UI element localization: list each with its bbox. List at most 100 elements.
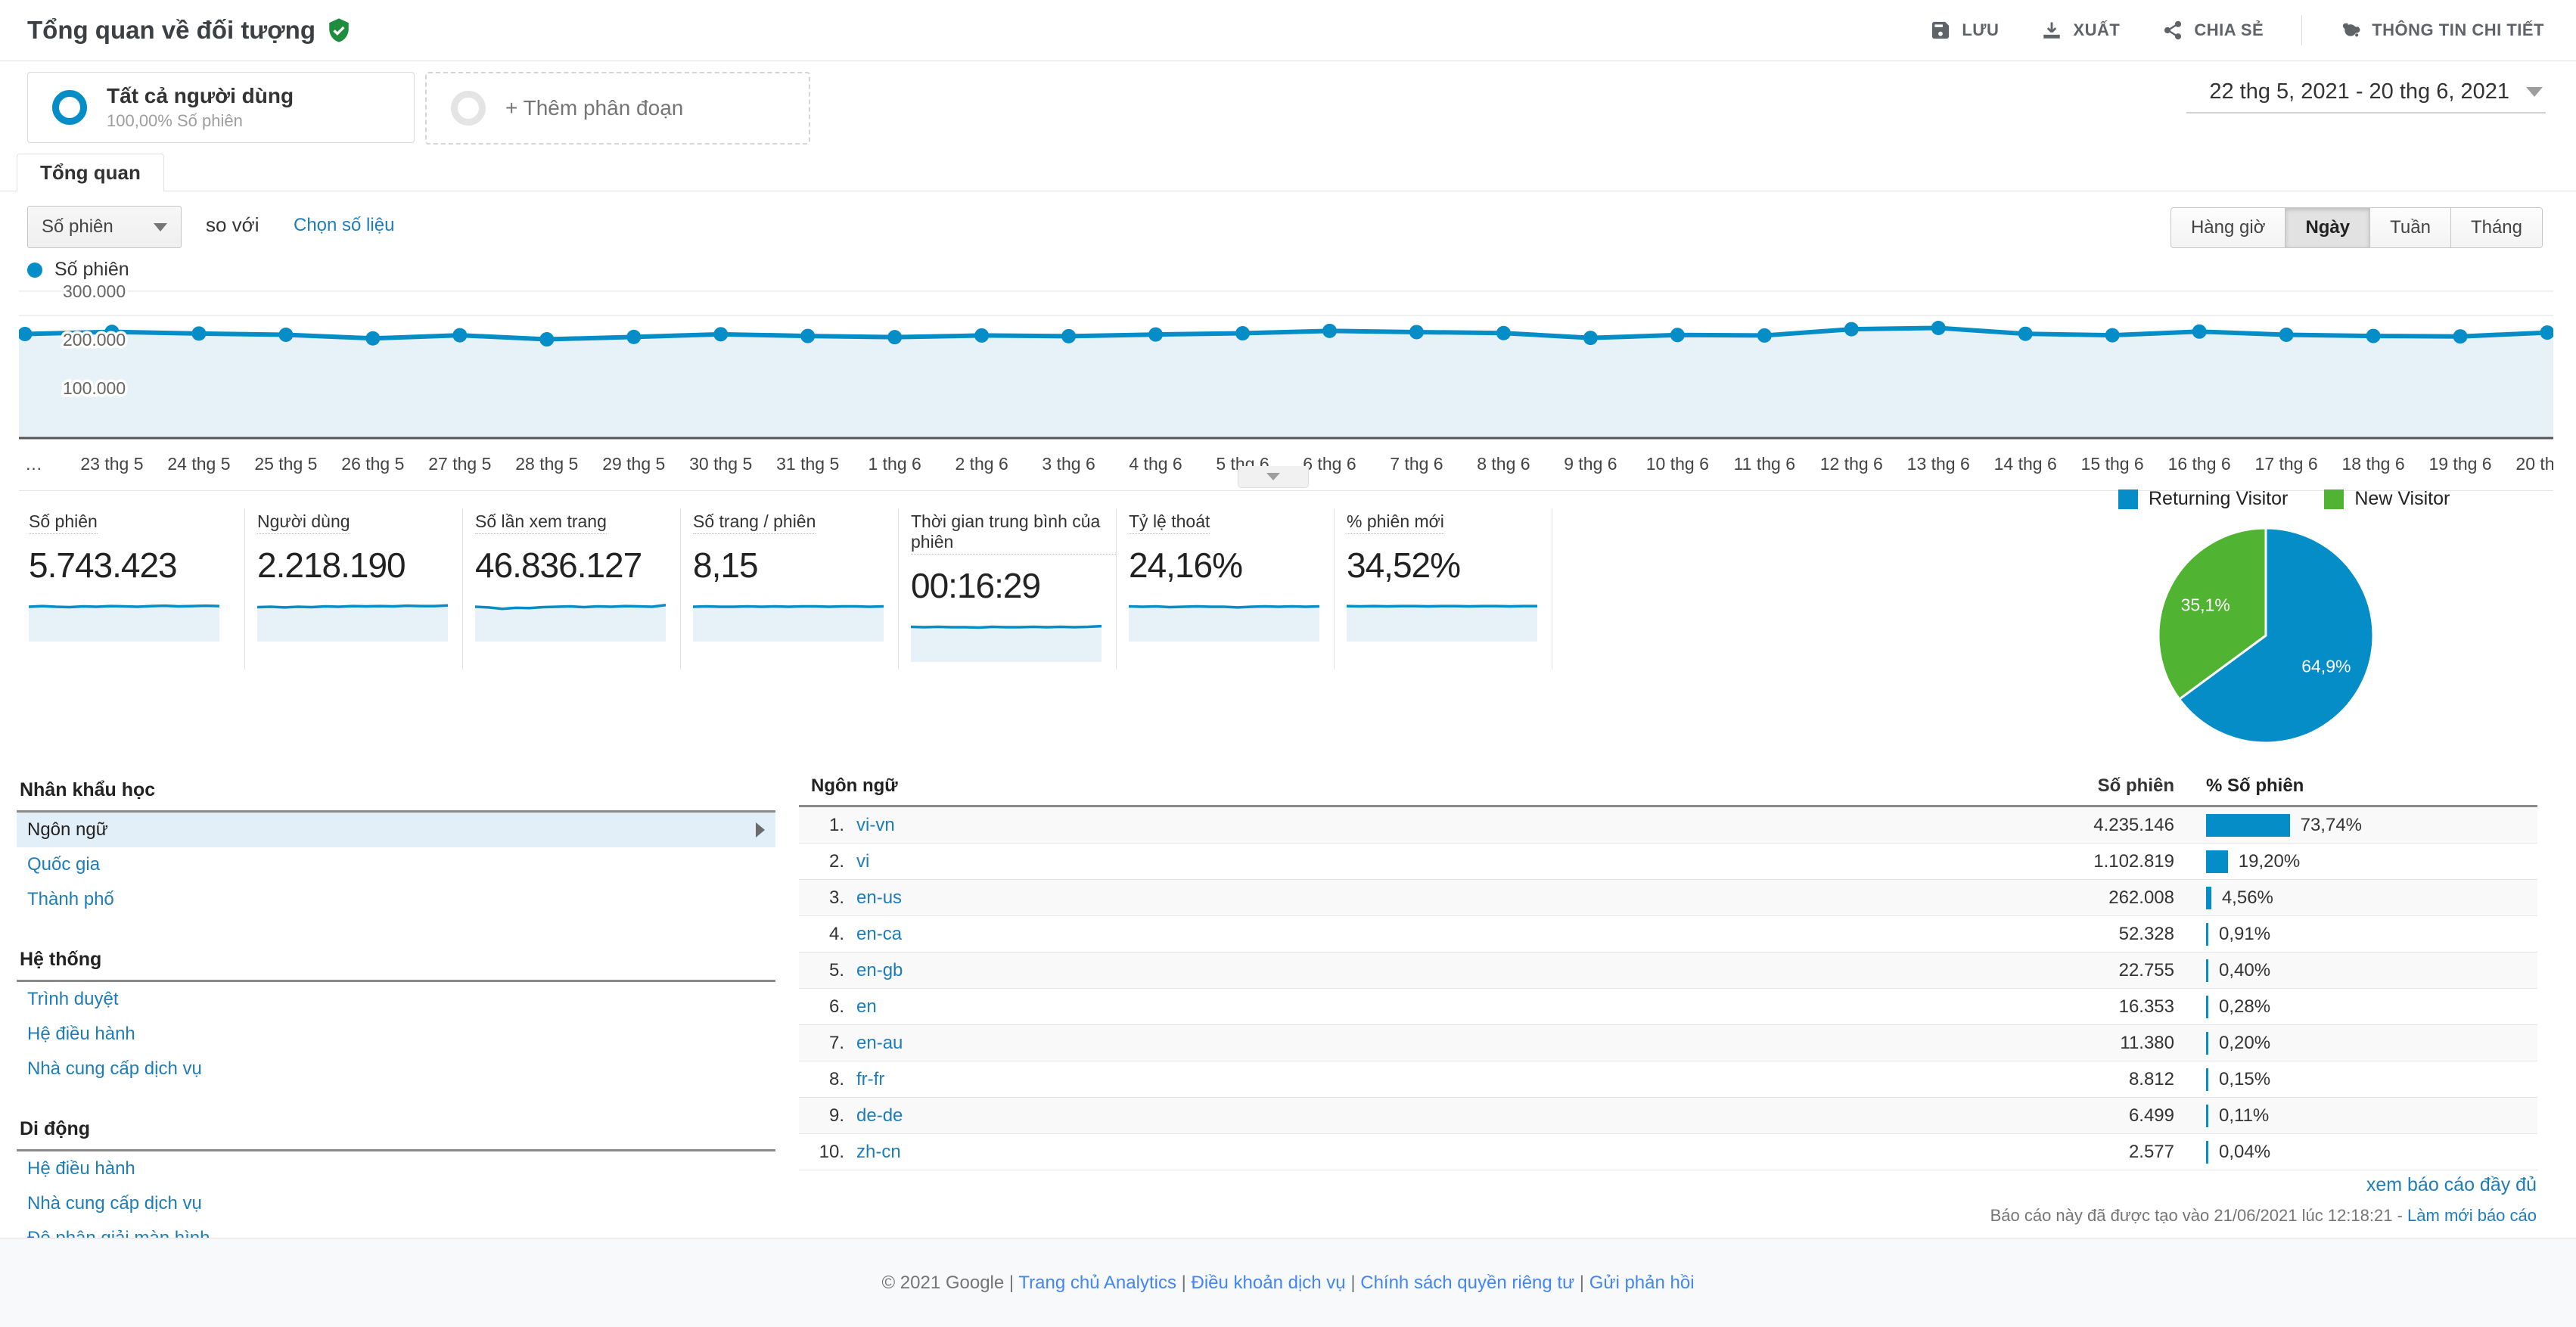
sessions-value: 6.499 <box>1940 1105 2174 1127</box>
date-range-selector[interactable]: 22 thg 5, 2021 - 20 thg 6, 2021 <box>2186 75 2546 113</box>
pct-bar <box>2206 1032 2208 1055</box>
top-header: Tổng quan về đối tượng LƯU XUẤT CHIA SẺ <box>0 0 2576 61</box>
col-header-sessions[interactable]: Số phiên <box>1940 775 2174 797</box>
legend-swatch-icon <box>2118 489 2138 509</box>
pie-legend-item: Returning Visitor <box>2118 488 2288 510</box>
granularity-selected-button[interactable]: Ngày <box>2285 208 2370 247</box>
svg-text:200.000: 200.000 <box>63 330 126 350</box>
chart-collapse-handle[interactable] <box>1238 466 1309 488</box>
col-header-language[interactable]: Ngôn ngữ <box>799 775 1940 797</box>
legend-swatch-icon <box>2324 489 2344 509</box>
language-link[interactable]: en-au <box>856 1033 903 1054</box>
share-icon <box>2162 20 2183 41</box>
svg-text:10 thg 6: 10 thg 6 <box>1646 454 1709 474</box>
scorecard-4[interactable]: Thời gian trung bình của phiên 00:16:29 <box>899 508 1117 670</box>
pct-value: 0,15% <box>2219 1069 2270 1090</box>
sidebar-item-trình-duyệt[interactable]: Trình duyệt <box>17 982 775 1017</box>
view-full-report-link[interactable]: xem báo cáo đầy đủ <box>2366 1174 2537 1196</box>
language-link[interactable]: en <box>856 996 877 1018</box>
svg-text:23 thg 5: 23 thg 5 <box>80 454 143 474</box>
scorecard-label: Số lần xem trang <box>475 511 607 534</box>
granularity-button[interactable]: Tuần <box>2370 208 2451 247</box>
footer-link[interactable]: Điều khoản dịch vụ <box>1192 1273 1346 1293</box>
sidebar-item-thành-phố[interactable]: Thành phố <box>17 882 775 917</box>
svg-text:6 thg 6: 6 thg 6 <box>1303 454 1356 474</box>
table-row: 3. en-us 262.008 4,56% <box>799 880 2537 916</box>
pie-legend-item: New Visitor <box>2324 488 2450 510</box>
download-icon <box>2041 20 2062 41</box>
svg-text:16 thg 6: 16 thg 6 <box>2168 454 2231 474</box>
insights-button[interactable]: THÔNG TIN CHI TIẾT <box>2335 19 2549 42</box>
sidebar-item-nhà-cung-cấp-dịch-vụ[interactable]: Nhà cung cấp dịch vụ <box>17 1052 775 1086</box>
visitor-type-pie-chart[interactable]: 64,9% 35,1% <box>2152 522 2379 753</box>
choose-metric-link[interactable]: Chọn số liệu <box>294 215 394 236</box>
scorecard-3[interactable]: Số trang / phiên 8,15 <box>681 508 899 670</box>
granularity-button[interactable]: Tháng <box>2451 208 2542 247</box>
scorecard-2[interactable]: Số lần xem trang 46.836.127 <box>463 508 681 670</box>
svg-text:300.000: 300.000 <box>63 281 126 301</box>
pct-bar <box>2206 996 2208 1018</box>
language-link[interactable]: de-de <box>856 1105 903 1127</box>
sidebar-item-hệ-điều-hành[interactable]: Hệ điều hành <box>17 1017 775 1052</box>
refresh-report-link[interactable]: Làm mới báo cáo <box>2407 1206 2537 1225</box>
table-row: 8. fr-fr 8.812 0,15% <box>799 1061 2537 1098</box>
language-link[interactable]: en-gb <box>856 960 903 981</box>
scorecard-label: Số trang / phiên <box>693 511 816 534</box>
pct-value: 0,04% <box>2219 1142 2270 1163</box>
footer-link[interactable]: Gửi phản hồi <box>1589 1273 1695 1293</box>
sidebar-item-quốc-gia[interactable]: Quốc gia <box>17 847 775 882</box>
pct-value: 19,20% <box>2239 851 2300 872</box>
segment-radio-empty-icon <box>451 91 486 126</box>
scorecard-5[interactable]: Tỷ lệ thoát 24,16% <box>1117 508 1335 670</box>
sidebar-section-header: Nhân khẩu học <box>17 767 775 813</box>
pct-value: 0,11% <box>2219 1105 2269 1127</box>
svg-text:4 thg 6: 4 thg 6 <box>1129 454 1182 474</box>
sessions-value: 4.235.146 <box>1940 815 2174 836</box>
sessions-timeseries-chart[interactable]: 100.000200.000300.000…23 thg 524 thg 525… <box>19 281 2553 493</box>
metric-dropdown[interactable]: Số phiên <box>27 206 182 248</box>
svg-text:7 thg 6: 7 thg 6 <box>1390 454 1443 474</box>
col-header-pct-sessions[interactable]: % Số phiên <box>2174 775 2537 797</box>
svg-text:28 thg 5: 28 thg 5 <box>515 454 578 474</box>
report-generated-note: Báo cáo này đã được tạo vào 21/06/2021 l… <box>1990 1206 2537 1226</box>
pct-bar <box>2206 814 2290 837</box>
footer-link[interactable]: Trang chủ Analytics <box>1018 1273 1176 1293</box>
svg-text:…: … <box>25 454 42 474</box>
language-link[interactable]: vi <box>856 851 869 872</box>
language-link[interactable]: vi-vn <box>856 815 895 836</box>
table-body: 1. vi-vn 4.235.146 73,74%2. vi 1.102.819… <box>799 807 2537 1170</box>
language-link[interactable]: fr-fr <box>856 1069 884 1090</box>
sessions-value: 52.328 <box>1940 924 2174 945</box>
language-link[interactable]: zh-cn <box>856 1142 901 1163</box>
sidebar-item-nhà-cung-cấp-dịch-vụ[interactable]: Nhà cung cấp dịch vụ <box>17 1186 775 1221</box>
table-row: 6. en 16.353 0,28% <box>799 989 2537 1025</box>
svg-text:26 thg 5: 26 thg 5 <box>341 454 404 474</box>
save-button[interactable]: LƯU <box>1925 19 2003 42</box>
svg-text:15 thg 6: 15 thg 6 <box>2081 454 2144 474</box>
scorecard-label: % phiên mới <box>1347 511 1444 534</box>
actions-divider <box>2301 15 2302 45</box>
scorecard-0[interactable]: Số phiên 5.743.423 <box>27 508 245 670</box>
granularity-button[interactable]: Hàng giờ <box>2171 208 2285 247</box>
language-link[interactable]: en-ca <box>856 924 902 945</box>
segment-all-users[interactable]: Tất cả người dùng 100,00% Số phiên <box>27 72 415 143</box>
tab-overview[interactable]: Tổng quan <box>17 154 164 191</box>
page-title-text: Tổng quan về đối tượng <box>27 16 315 45</box>
pct-value: 0,91% <box>2219 924 2270 945</box>
sidebar-item-hệ-điều-hành[interactable]: Hệ điều hành <box>17 1151 775 1186</box>
svg-text:24 thg 5: 24 thg 5 <box>167 454 230 474</box>
sidebar-item-ngôn-ngữ[interactable]: Ngôn ngữ <box>17 813 775 847</box>
scorecard-1[interactable]: Người dùng 2.218.190 <box>245 508 463 670</box>
pct-value: 0,40% <box>2219 960 2270 981</box>
audience-overview-page: Tổng quan về đối tượng LƯU XUẤT CHIA SẺ <box>0 0 2576 1327</box>
scorecard-6[interactable]: % phiên mới 34,52% <box>1335 508 1552 670</box>
selected-arrow-icon <box>756 822 765 838</box>
pct-bar <box>2206 1068 2208 1091</box>
share-button[interactable]: CHIA SẺ <box>2158 19 2268 42</box>
language-link[interactable]: en-us <box>856 887 902 909</box>
add-segment-button[interactable]: + Thêm phân đoạn <box>425 72 810 145</box>
footer-link[interactable]: Chính sách quyền riêng tư <box>1360 1273 1574 1293</box>
export-button[interactable]: XUẤT <box>2037 19 2124 42</box>
scorecard-value: 5.743.423 <box>29 545 244 586</box>
scorecard-sparkline <box>911 618 1102 662</box>
